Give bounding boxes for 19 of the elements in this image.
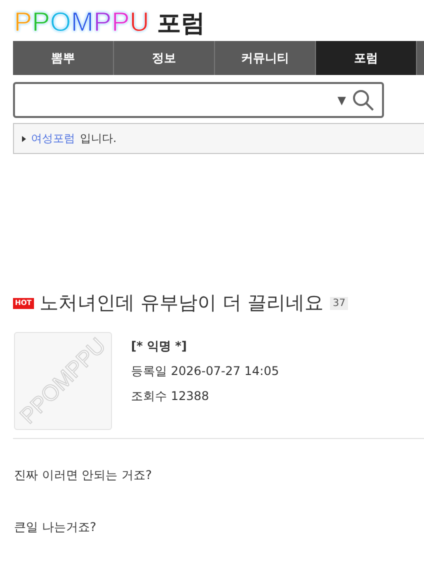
view-count: 조회수 12388 bbox=[131, 388, 210, 405]
nav-tab[interactable]: 포럼 bbox=[316, 41, 417, 75]
breadcrumb-text: 입니다. bbox=[80, 131, 116, 146]
nav-tab[interactable]: 뽐뿌 bbox=[13, 41, 114, 75]
post-text: 큰일 나는거죠? bbox=[14, 519, 98, 536]
forum-link[interactable]: 여성포럼 bbox=[31, 131, 75, 146]
author-name: [* 익명 *] bbox=[131, 338, 188, 355]
dropdown-caret[interactable]: ▼ bbox=[338, 94, 346, 106]
section-title: 포럼 bbox=[157, 8, 206, 38]
logo[interactable]: PPOMPPU bbox=[14, 7, 150, 38]
bullet-icon bbox=[22, 136, 26, 142]
search-icon[interactable] bbox=[352, 89, 374, 111]
post-date: 등록일 2026-07-27 14:05 bbox=[131, 363, 279, 380]
search-field[interactable]: ▼ bbox=[13, 82, 384, 118]
post-text: 진짜 이러면 안되는 거죠? bbox=[14, 467, 153, 484]
nav-tab[interactable]: 커뮤니티 bbox=[215, 41, 316, 75]
comment-count[interactable]: 37 bbox=[330, 296, 348, 310]
post-title: 노처녀인데 유부남이 더 끌리네요 bbox=[40, 291, 324, 316]
nav-tab[interactable]: 정보 bbox=[114, 41, 215, 75]
